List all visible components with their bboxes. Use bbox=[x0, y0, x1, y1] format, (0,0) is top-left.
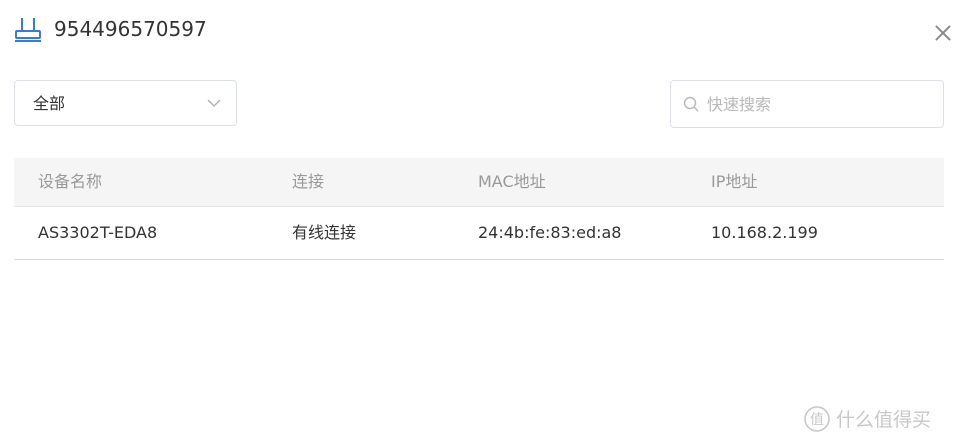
table-row[interactable]: AS3302T-EDA8 有线连接 24:4b:fe:83:ed:a8 10.1… bbox=[14, 207, 944, 260]
svg-text:值: 值 bbox=[810, 412, 824, 428]
search-box[interactable] bbox=[670, 80, 944, 128]
filter-select[interactable]: 全部 bbox=[14, 80, 237, 126]
dialog-header: 954496570597 bbox=[14, 14, 954, 44]
watermark: 值 什么值得买 bbox=[804, 406, 954, 434]
search-input[interactable] bbox=[707, 91, 927, 117]
cell-device-name: AS3302T-EDA8 bbox=[38, 223, 158, 242]
chevron-down-icon bbox=[207, 99, 221, 107]
watermark-logo-icon: 值 bbox=[804, 406, 830, 432]
column-header-connection: 连接 bbox=[292, 172, 325, 191]
filter-select-value: 全部 bbox=[33, 94, 66, 113]
column-header-mac: MAC地址 bbox=[478, 172, 546, 191]
close-button[interactable] bbox=[932, 22, 954, 44]
column-header-ip: IP地址 bbox=[711, 172, 758, 191]
router-icon bbox=[15, 18, 41, 42]
search-icon bbox=[683, 96, 699, 112]
column-header-device-name: 设备名称 bbox=[38, 172, 103, 191]
cell-mac: 24:4b:fe:83:ed:a8 bbox=[478, 223, 622, 242]
cell-connection: 有线连接 bbox=[292, 223, 357, 242]
device-table: 设备名称 连接 MAC地址 IP地址 AS3302T-EDA8 有线连接 24:… bbox=[14, 158, 944, 260]
watermark-text: 什么值得买 bbox=[836, 409, 932, 431]
table-header: 设备名称 连接 MAC地址 IP地址 bbox=[14, 158, 944, 207]
cell-ip: 10.168.2.199 bbox=[711, 223, 818, 242]
dialog-title: 954496570597 bbox=[54, 17, 207, 41]
